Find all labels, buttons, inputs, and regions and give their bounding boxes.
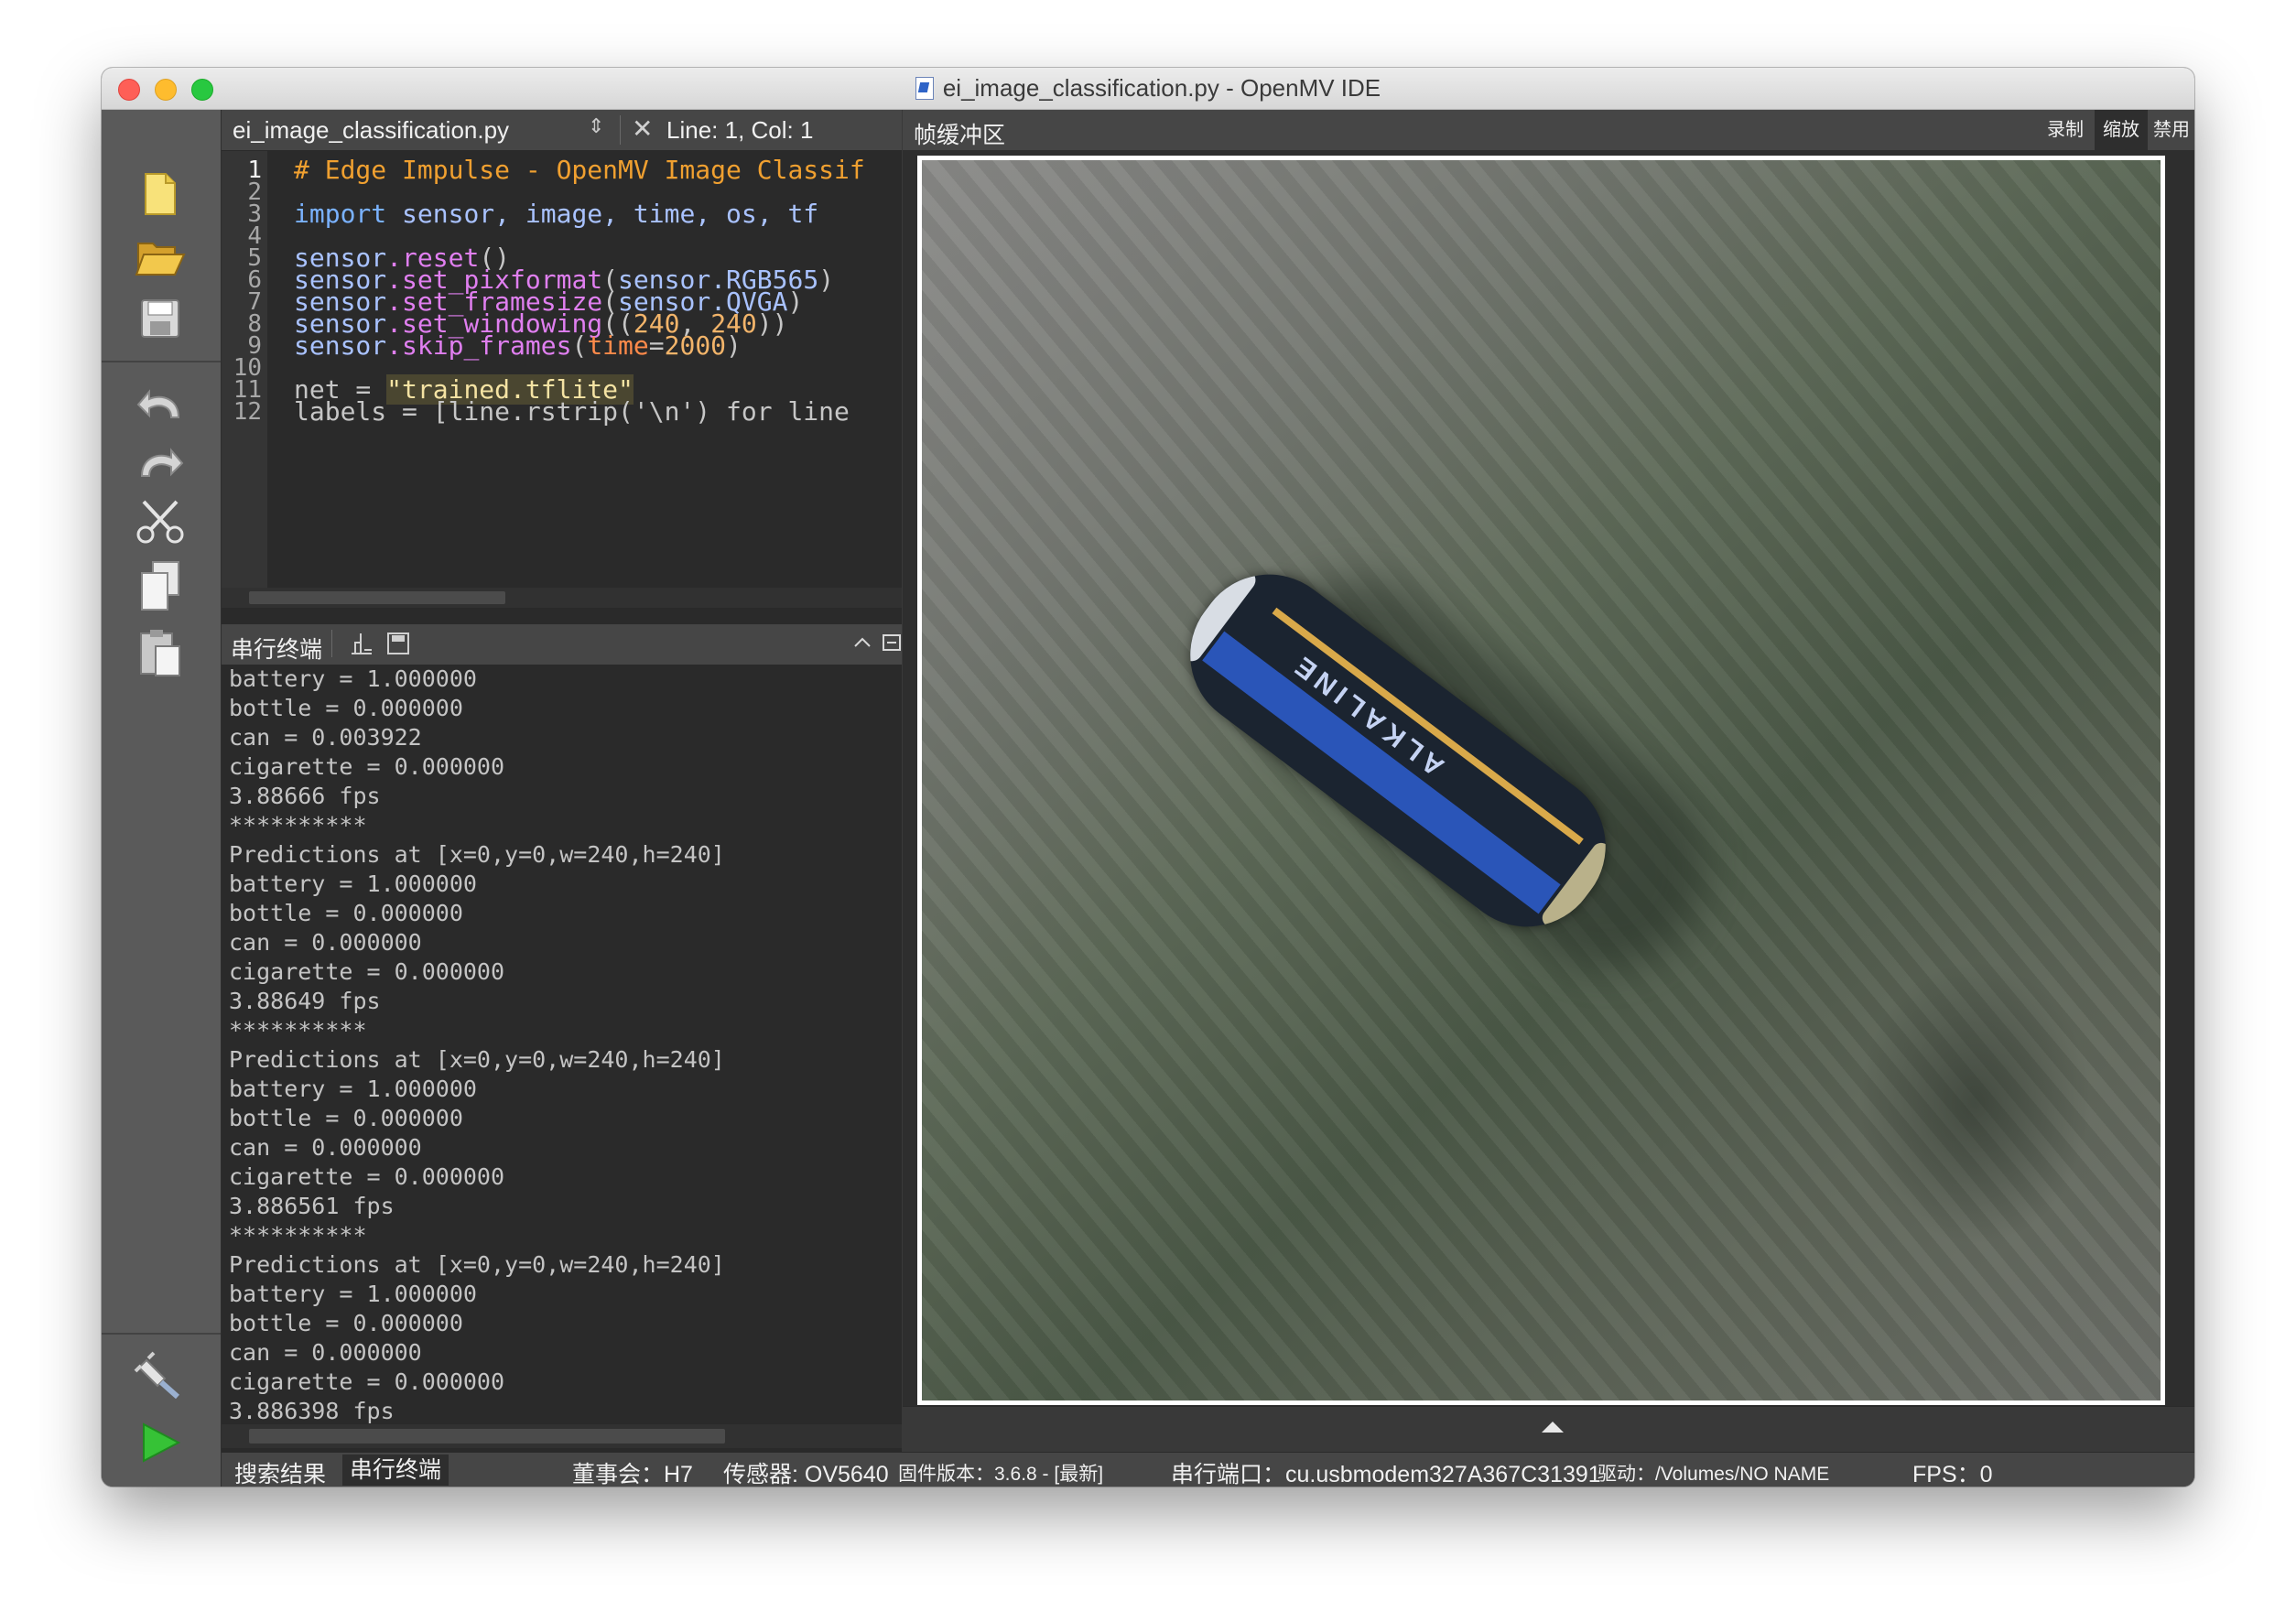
connect-icon[interactable] [131, 1346, 190, 1404]
code-line: sensor.skip_frames(time=2000) [294, 330, 742, 361]
copy-icon[interactable] [131, 557, 190, 615]
firmware-status[interactable]: 固件版本：3.6.8 - [最新] [898, 1459, 1103, 1487]
terminal-line: 3.886398 fps [229, 1398, 395, 1424]
line-number: 12 [233, 398, 262, 426]
toolbar-separator [102, 361, 221, 362]
terminal-line: battery = 1.000000 [229, 1076, 477, 1102]
terminal-line: ********** [229, 1017, 367, 1043]
camera-frame-image: ALKALINE [917, 156, 2165, 1405]
terminal-line: Predictions at [x=0,y=0,w=240,h=240] [229, 841, 725, 868]
disable-button[interactable]: 禁用 [2150, 110, 2193, 150]
window-title: ei_image_classification.py - OpenMV IDE [942, 74, 1381, 102]
save-terminal-icon[interactable] [386, 632, 410, 662]
terminal-line: Predictions at [x=0,y=0,w=240,h=240] [229, 1046, 725, 1073]
terminal-line: can = 0.000000 [229, 929, 422, 956]
maximize-panel-icon[interactable] [881, 632, 903, 660]
scrollbar-thumb[interactable] [249, 1429, 725, 1444]
cursor-position: Line: 1, Col: 1 [666, 116, 814, 144]
serial-terminal[interactable]: battery = 1.000000 bottle = 0.000000 can… [222, 665, 902, 1452]
record-button[interactable]: 录制 [2038, 110, 2093, 150]
expand-histogram-icon[interactable] [1542, 1422, 1564, 1433]
toolbar-separator [102, 1333, 221, 1335]
terminal-line: cigarette = 0.000000 [229, 1163, 505, 1190]
terminal-line: can = 0.000000 [229, 1134, 422, 1161]
terminal-horizontal-scrollbar[interactable] [222, 1424, 902, 1448]
search-results-tab[interactable]: 搜索结果 [234, 1456, 326, 1487]
paste-icon[interactable] [131, 624, 190, 683]
sensor-status: 传感器: OV5640 [723, 1462, 889, 1487]
open-file-selector[interactable]: ei_image_classification.py [233, 116, 509, 145]
code-editor[interactable]: 1 2 3 4 5 6 7 8 9 10 11 12 # Edge Impuls… [222, 151, 902, 623]
terminal-line: battery = 1.000000 [229, 870, 477, 897]
frame-buffer-header: 帧缓冲区 录制 缩放 禁用 [903, 110, 2194, 150]
new-file-icon[interactable] [131, 165, 190, 223]
serial-terminal-tab[interactable]: 串行终端 [342, 1454, 449, 1486]
status-bar: 搜索结果 串行终端 董事会：H7 传感器: OV5640 固件版本：3.6.8 … [222, 1452, 2194, 1487]
terminal-line: Predictions at [x=0,y=0,w=240,h=240] [229, 1251, 725, 1278]
scrollbar-thumb[interactable] [249, 591, 505, 604]
frame-buffer-footer [903, 1406, 2194, 1453]
file-switch-arrows-icon[interactable]: ⇕ [588, 114, 604, 138]
editor-tab-bar: ei_image_classification.py ⇕ ✕ Line: 1, … [222, 110, 902, 151]
code-line: labels = [line.rstrip('\n') for line [294, 396, 850, 427]
terminal-line: cigarette = 0.000000 [229, 958, 505, 985]
editor-horizontal-scrollbar[interactable] [222, 588, 902, 608]
divider [331, 630, 332, 657]
terminal-line: bottle = 0.000000 [229, 1105, 463, 1131]
frame-buffer-panel: ALKALINE [903, 150, 2194, 1453]
code-line: # Edge Impulse - OpenMV Image Classif [294, 155, 865, 185]
frame-buffer-title: 帧缓冲区 [914, 123, 1006, 148]
terminal-line: bottle = 0.000000 [229, 1310, 463, 1336]
run-icon[interactable] [131, 1413, 190, 1472]
fps-status: FPS：0 [1912, 1462, 1993, 1487]
terminal-line: bottle = 0.000000 [229, 900, 463, 926]
terminal-line: can = 0.003922 [229, 724, 422, 751]
cut-icon[interactable] [131, 492, 190, 551]
terminal-line: cigarette = 0.000000 [229, 1368, 505, 1395]
drive-status: 驱动：/Volumes/NO NAME [1597, 1464, 1830, 1485]
open-folder-icon[interactable] [131, 227, 190, 286]
serial-port-status: 串行端口：cu.usbmodem327A367C31391 [1171, 1462, 1601, 1487]
terminal-line: battery = 1.000000 [229, 1281, 477, 1307]
title-bar: ei_image_classification.py - OpenMV IDE [102, 68, 2194, 110]
terminal-title: 串行终端 [231, 637, 323, 663]
terminal-line: ********** [229, 1222, 367, 1249]
close-file-icon[interactable]: ✕ [632, 114, 653, 144]
terminal-line: bottle = 0.000000 [229, 695, 463, 721]
divider [620, 115, 621, 145]
redo-icon[interactable] [131, 434, 190, 492]
terminal-line: ********** [229, 812, 367, 838]
openmv-ide-window: ei_image_classification.py - OpenMV IDE [102, 68, 2194, 1487]
terminal-line: 3.88649 fps [229, 988, 381, 1014]
undo-icon[interactable] [131, 375, 190, 434]
collapse-panel-icon[interactable] [851, 632, 873, 660]
code-line: import sensor, image, time, os, tf [294, 199, 819, 229]
zoom-button[interactable]: 缩放 [2095, 110, 2148, 150]
terminal-line: 3.886561 fps [229, 1193, 395, 1219]
python-file-icon [915, 77, 934, 100]
save-icon[interactable] [131, 289, 190, 348]
clear-terminal-icon[interactable] [348, 630, 375, 664]
terminal-line: battery = 1.000000 [229, 665, 477, 692]
left-toolbar [102, 110, 222, 1487]
terminal-line: 3.88666 fps [229, 783, 381, 809]
line-number-gutter: 1 2 3 4 5 6 7 8 9 10 11 12 [222, 151, 267, 590]
board-status: 董事会：H7 [572, 1462, 693, 1487]
terminal-line: can = 0.000000 [229, 1339, 422, 1366]
terminal-header: 串行终端 [222, 623, 902, 665]
terminal-line: cigarette = 0.000000 [229, 753, 505, 780]
